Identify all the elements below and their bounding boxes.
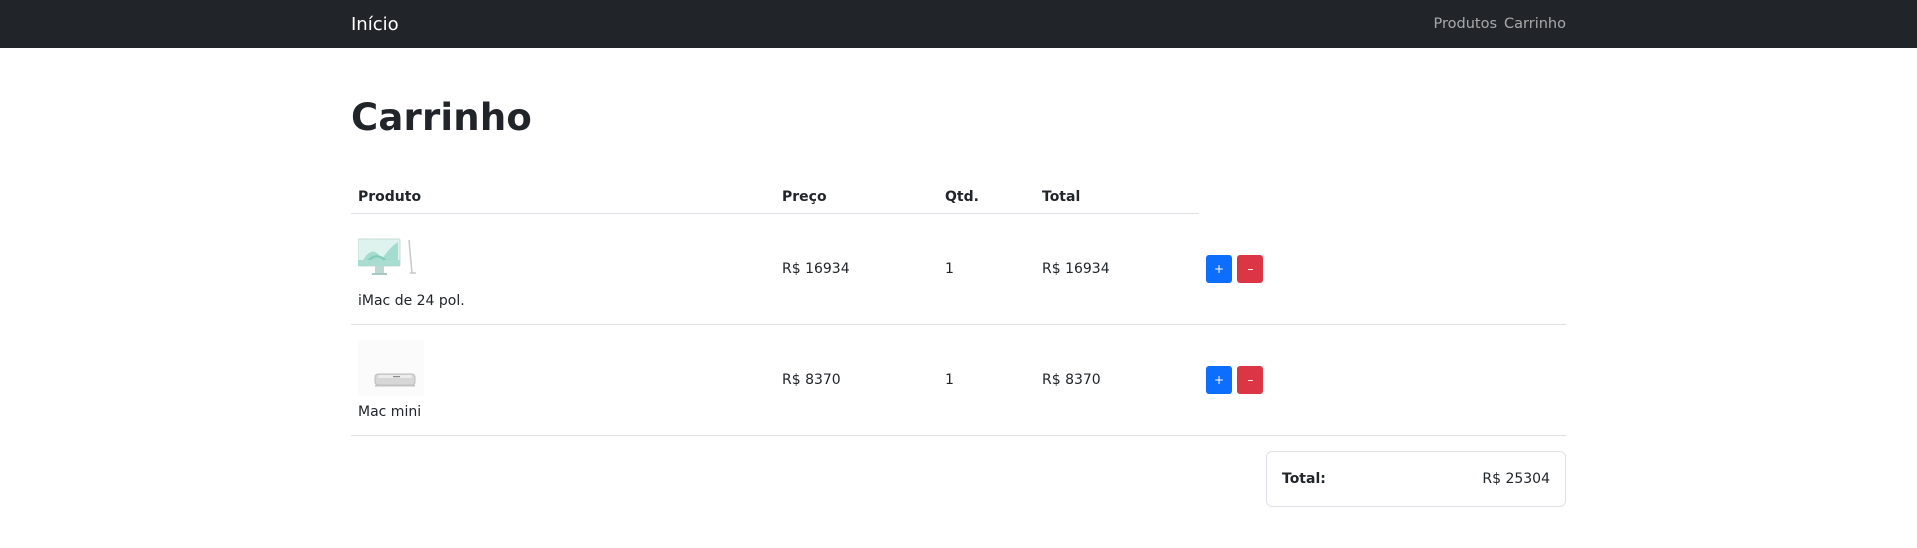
table-row: Mac mini R$ 8370 1 R$ 8370 + – <box>351 324 1566 436</box>
actions-cell: + – <box>1199 213 1566 325</box>
qty-cell: 1 <box>938 324 1035 436</box>
header-qtd: Qtd. <box>938 180 1035 214</box>
mac-mini-thumbnail <box>358 339 424 396</box>
header-actions <box>1199 180 1566 213</box>
product-cell: Mac mini <box>351 324 775 436</box>
brand-link[interactable]: Início <box>351 14 399 35</box>
table-header-row: Produto Preço Qtd. Total <box>351 180 1566 214</box>
cart-total-card: Total: R$ 25304 <box>1266 450 1566 507</box>
product-name: iMac de 24 pol. <box>358 292 465 309</box>
header-produto: Produto <box>351 180 775 214</box>
decrease-qty-button[interactable]: – <box>1237 365 1264 394</box>
product-name: Mac mini <box>358 403 422 420</box>
imac-thumbnail <box>357 229 424 285</box>
product-cell: iMac de 24 pol. <box>351 213 775 325</box>
qty-cell: 1 <box>938 213 1035 325</box>
table-row: iMac de 24 pol. R$ 16934 1 R$ 16934 + – <box>351 213 1566 325</box>
main-container: Carrinho Produto Preço Qtd. Total iMac d… <box>351 96 1566 507</box>
navbar: Início Produtos Carrinho <box>0 0 1917 48</box>
cart-total-label: Total: <box>1282 470 1326 487</box>
nav-link-carrinho[interactable]: Carrinho <box>1504 16 1566 32</box>
header-preco: Preço <box>775 180 938 214</box>
nav-links: Produtos Carrinho <box>1434 16 1566 32</box>
header-total: Total <box>1035 180 1199 214</box>
decrease-qty-button[interactable]: – <box>1237 254 1264 283</box>
navbar-inner: Início Produtos Carrinho <box>351 0 1566 48</box>
increase-qty-button[interactable]: + <box>1206 365 1232 394</box>
price-cell: R$ 16934 <box>775 213 938 325</box>
total-cell: R$ 16934 <box>1035 213 1199 325</box>
nav-link-produtos[interactable]: Produtos <box>1434 16 1498 32</box>
increase-qty-button[interactable]: + <box>1206 254 1232 283</box>
cart-total-value: R$ 25304 <box>1482 470 1550 487</box>
price-cell: R$ 8370 <box>775 324 938 436</box>
total-row: Total: R$ 25304 <box>351 450 1566 507</box>
cart-table: Produto Preço Qtd. Total iMac de 24 pol.… <box>351 180 1566 436</box>
actions-cell: + – <box>1199 324 1566 436</box>
total-cell: R$ 8370 <box>1035 324 1199 436</box>
page-title: Carrinho <box>351 96 532 139</box>
